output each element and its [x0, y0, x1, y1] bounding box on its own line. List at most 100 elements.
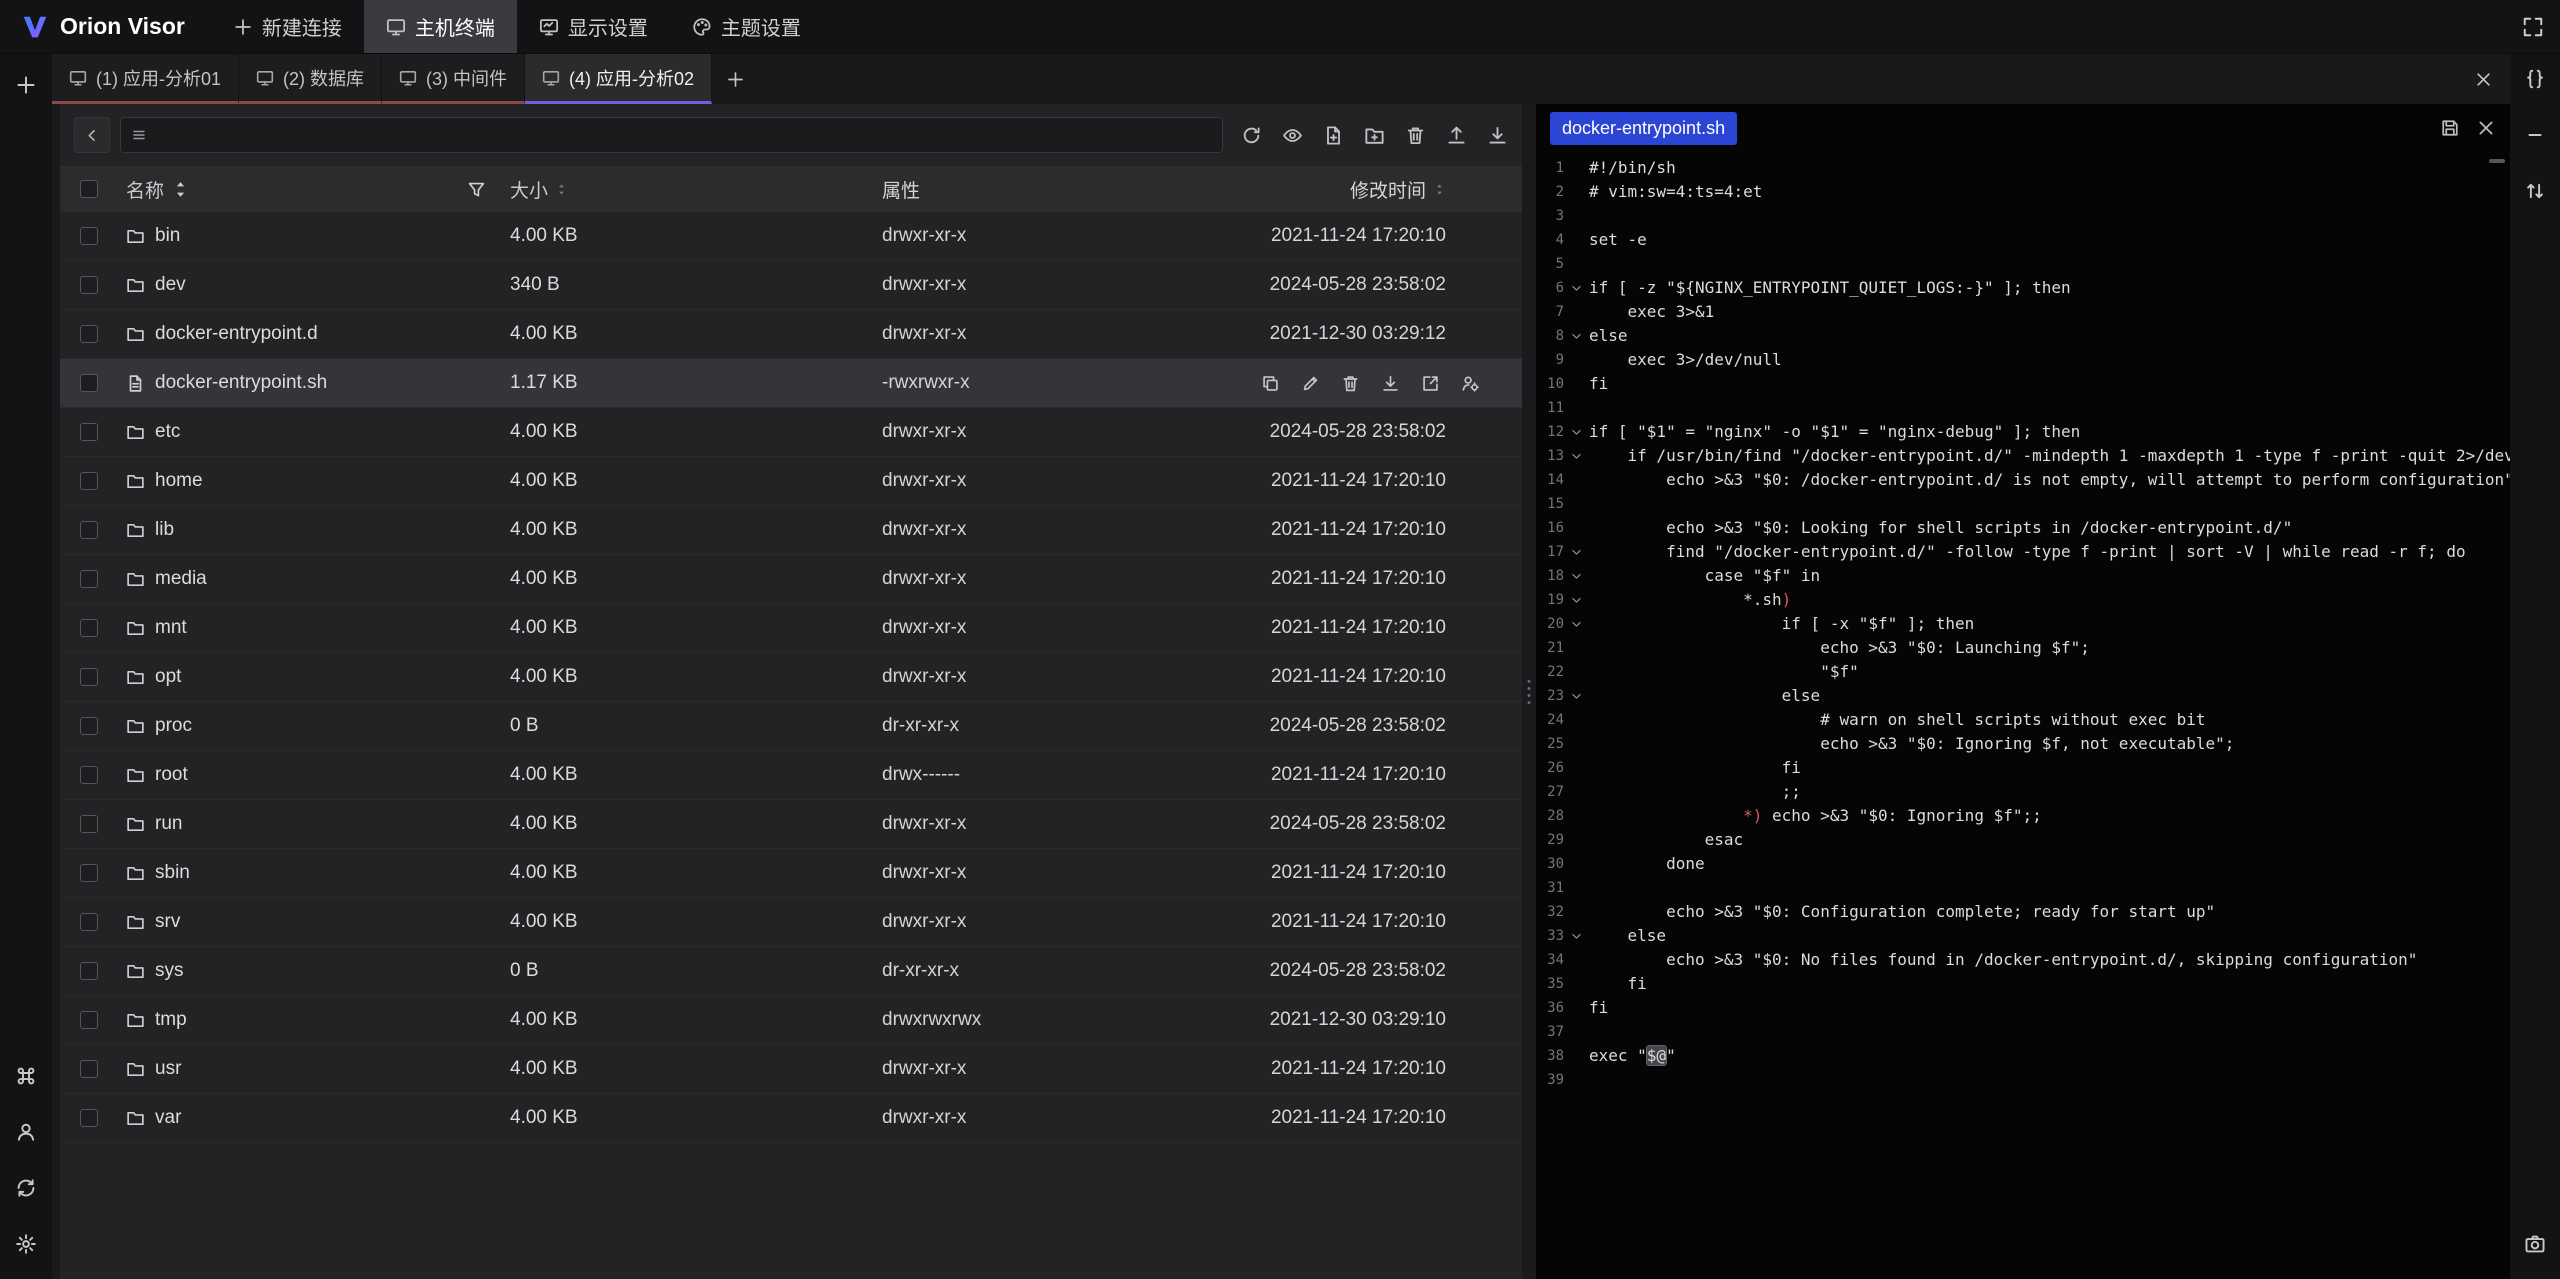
fold-chevron-icon[interactable] — [1564, 276, 1589, 300]
table-row[interactable]: tmp4.00 KBdrwxrwxrwx2021-12-30 03:29:10 — [60, 996, 1522, 1045]
panel-splitter[interactable] — [1522, 104, 1536, 1279]
code-text[interactable]: exec "$@" — [1589, 1044, 1676, 1068]
table-row[interactable]: proc0 Bdr-xr-xr-x2024-05-28 23:58:02 — [60, 702, 1522, 751]
editor-save-button[interactable] — [2440, 118, 2460, 138]
table-row[interactable]: bin4.00 KBdrwxr-xr-x2021-11-24 17:20:10 — [60, 212, 1522, 261]
code-text[interactable]: fi — [1589, 972, 1647, 996]
delete-button[interactable] — [1405, 125, 1426, 146]
row-delete-button[interactable] — [1341, 374, 1360, 393]
row-move-button[interactable] — [1421, 374, 1440, 393]
row-checkbox[interactable] — [80, 864, 98, 882]
code-text[interactable]: echo >&3 "$0: /docker-entrypoint.d/ is n… — [1589, 468, 2510, 492]
code-text[interactable]: if [ -x "$f" ]; then — [1589, 612, 1974, 636]
fold-chevron-icon[interactable] — [1564, 540, 1589, 564]
table-row[interactable]: sbin4.00 KBdrwxr-xr-x2021-11-24 17:20:10 — [60, 849, 1522, 898]
table-row[interactable]: dev340 Bdrwxr-xr-x2024-05-28 23:58:02 — [60, 261, 1522, 310]
column-header-mtime[interactable]: 修改时间 — [1350, 176, 1446, 203]
code-text[interactable]: done — [1589, 852, 1705, 876]
fold-chevron-icon[interactable] — [1564, 612, 1589, 636]
screenshot-button[interactable] — [2518, 1227, 2552, 1261]
table-row[interactable]: opt4.00 KBdrwxr-xr-x2021-11-24 17:20:10 — [60, 653, 1522, 702]
code-text[interactable]: echo >&3 "$0: Looking for shell scripts … — [1589, 516, 2292, 540]
code-text[interactable]: fi — [1589, 996, 1608, 1020]
code-text[interactable]: "$f" — [1589, 660, 1859, 684]
terminal-tab-1[interactable]: (1) 应用-分析01 — [52, 54, 239, 104]
editor-close-button[interactable] — [2476, 118, 2496, 138]
new-folder-button[interactable] — [1364, 125, 1385, 146]
table-row[interactable]: mnt4.00 KBdrwxr-xr-x2021-11-24 17:20:10 — [60, 604, 1522, 653]
row-checkbox[interactable] — [80, 766, 98, 784]
row-checkbox[interactable] — [80, 374, 98, 392]
terminal-tab-3[interactable]: (3) 中间件 — [382, 54, 525, 104]
back-button[interactable] — [74, 117, 110, 153]
code-text[interactable]: set -e — [1589, 228, 1647, 252]
code-text[interactable]: *) echo >&3 "$0: Ignoring $f";; — [1589, 804, 2042, 828]
path-input[interactable] — [155, 124, 1212, 146]
user-button[interactable] — [9, 1115, 43, 1149]
row-checkbox[interactable] — [80, 913, 98, 931]
code-text[interactable]: echo >&3 "$0: Configuration complete; re… — [1589, 900, 2215, 924]
code-text[interactable]: exec 3>&1 — [1589, 300, 1714, 324]
brand[interactable]: Orion Visor — [0, 0, 211, 53]
row-checkbox[interactable] — [80, 570, 98, 588]
terminal-tab-4[interactable]: (4) 应用-分析02 — [525, 54, 712, 104]
code-text[interactable]: echo >&3 "$0: No files found in /docker-… — [1589, 948, 2417, 972]
row-checkbox[interactable] — [80, 276, 98, 294]
code-text[interactable]: find "/docker-entrypoint.d/" -follow -ty… — [1589, 540, 2466, 564]
code-text[interactable]: # vim:sw=4:ts=4:et — [1589, 180, 1762, 204]
code-text[interactable]: if /usr/bin/find "/docker-entrypoint.d/"… — [1589, 444, 2510, 468]
row-checkbox[interactable] — [80, 619, 98, 637]
menu-item-display-settings[interactable]: 显示设置 — [517, 0, 670, 53]
row-checkbox[interactable] — [80, 668, 98, 686]
table-row[interactable]: srv4.00 KBdrwxr-xr-x2021-11-24 17:20:10 — [60, 898, 1522, 947]
table-row[interactable]: sys0 Bdr-xr-xr-x2024-05-28 23:58:02 — [60, 947, 1522, 996]
variables-button[interactable] — [2518, 62, 2552, 96]
settings-button[interactable] — [9, 1227, 43, 1261]
code-text[interactable]: #!/bin/sh — [1589, 156, 1676, 180]
table-row[interactable]: run4.00 KBdrwxr-xr-x2024-05-28 23:58:02 — [60, 800, 1522, 849]
row-checkbox[interactable] — [80, 423, 98, 441]
row-edit-button[interactable] — [1301, 374, 1320, 393]
fold-chevron-icon[interactable] — [1564, 588, 1589, 612]
table-row[interactable]: home4.00 KBdrwxr-xr-x2021-11-24 17:20:10 — [60, 457, 1522, 506]
code-text[interactable]: # warn on shell scripts without exec bit — [1589, 708, 2206, 732]
shortcut-keys-button[interactable] — [9, 1059, 43, 1093]
table-row[interactable]: docker-entrypoint.d4.00 KBdrwxr-xr-x2021… — [60, 310, 1522, 359]
row-checkbox[interactable] — [80, 472, 98, 490]
preview-button[interactable] — [1282, 125, 1303, 146]
row-checkbox[interactable] — [80, 227, 98, 245]
code-text[interactable]: esac — [1589, 828, 1743, 852]
column-header-attr[interactable]: 属性 — [882, 176, 920, 203]
select-all-checkbox[interactable] — [80, 180, 98, 198]
menu-item-host-terminal[interactable]: 主机终端 — [364, 0, 517, 53]
fold-chevron-icon[interactable] — [1564, 420, 1589, 444]
code-text[interactable]: echo >&3 "$0: Launching $f"; — [1589, 636, 2090, 660]
row-checkbox[interactable] — [80, 325, 98, 343]
menu-item-theme-settings[interactable]: 主题设置 — [670, 0, 823, 53]
table-row[interactable]: usr4.00 KBdrwxr-xr-x2021-11-24 17:20:10 — [60, 1045, 1522, 1094]
table-row[interactable]: var4.00 KBdrwxr-xr-x2021-11-24 17:20:10 — [60, 1094, 1522, 1143]
column-header-size[interactable]: 大小 — [510, 176, 568, 203]
row-checkbox[interactable] — [80, 521, 98, 539]
code-text[interactable]: echo >&3 "$0: Ignoring $f, not executabl… — [1589, 732, 2234, 756]
add-terminal-button[interactable] — [9, 68, 43, 102]
code-text[interactable]: fi — [1589, 756, 1801, 780]
collapse-button[interactable] — [2518, 118, 2552, 152]
code-text[interactable]: if [ -z "${NGINX_ENTRYPOINT_QUIET_LOGS:-… — [1589, 276, 2071, 300]
new-file-button[interactable] — [1323, 125, 1344, 146]
fold-chevron-icon[interactable] — [1564, 444, 1589, 468]
sync-button[interactable] — [9, 1171, 43, 1205]
code-area[interactable]: 1#!/bin/sh2# vim:sw=4:ts=4:et34set -e56i… — [1536, 152, 2510, 1279]
upload-button[interactable] — [1446, 125, 1467, 146]
tabbar-close-button[interactable] — [2456, 54, 2510, 104]
code-text[interactable]: *.sh) — [1589, 588, 1791, 612]
table-row[interactable]: media4.00 KBdrwxr-xr-x2021-11-24 17:20:1… — [60, 555, 1522, 604]
row-checkbox[interactable] — [80, 962, 98, 980]
fold-chevron-icon[interactable] — [1564, 924, 1589, 948]
row-permission-button[interactable] — [1461, 374, 1480, 393]
fold-chevron-icon[interactable] — [1564, 684, 1589, 708]
row-copy-button[interactable] — [1261, 374, 1280, 393]
menu-item-new-connection[interactable]: 新建连接 — [211, 0, 364, 53]
scrollbar-thumb[interactable] — [2489, 159, 2505, 163]
new-tab-button[interactable] — [712, 54, 758, 104]
